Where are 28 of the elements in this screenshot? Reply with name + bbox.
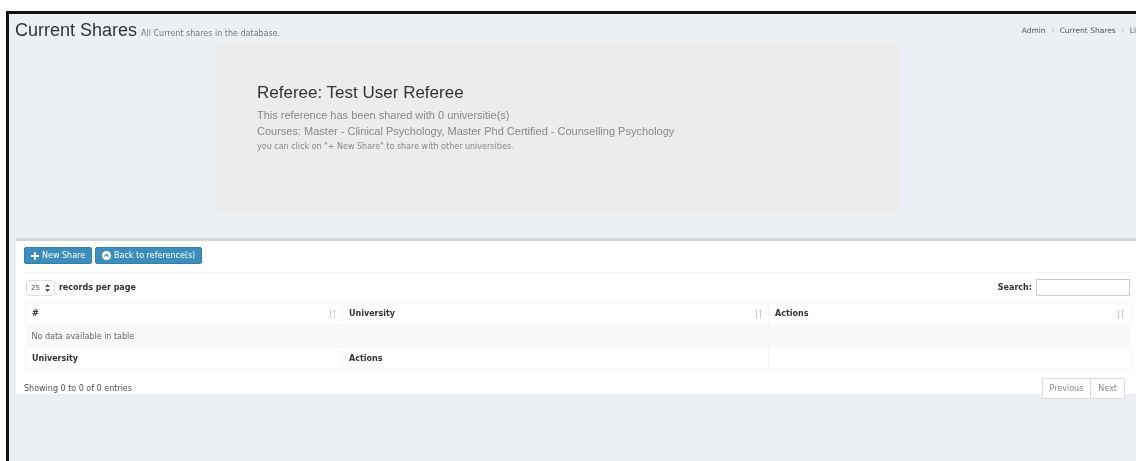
page-title: Current Shares bbox=[15, 19, 138, 41]
info-line: Courses: Master - Clinical Psychology, Master Phd Certified - Counselling Psychology bbox=[257, 124, 676, 139]
toolbar-button[interactable]: New Share bbox=[24, 247, 93, 264]
plus-icon bbox=[31, 251, 39, 260]
chevron-icon bbox=[1050, 27, 1055, 33]
sort-icon bbox=[329, 309, 336, 318]
info-note: you can click on "+ New Share" to share with other universities. bbox=[257, 141, 515, 153]
up-down-icon bbox=[44, 283, 50, 292]
circle-arrow-icon bbox=[102, 251, 112, 260]
referee-title: Referee: Test User Referee bbox=[257, 83, 465, 103]
search-field[interactable] bbox=[1036, 279, 1130, 296]
column-header[interactable]: University bbox=[342, 302, 769, 325]
toolbar-button[interactable]: Back to reference(s) bbox=[95, 247, 203, 264]
sort-icon bbox=[755, 309, 762, 318]
column-header[interactable]: Actions bbox=[768, 302, 1131, 325]
info-line: This reference has been shared with 0 universitie(s) bbox=[257, 108, 511, 123]
page-size-label: records per page bbox=[58, 283, 136, 292]
empty-message: No data available in table bbox=[25, 324, 769, 348]
chevron-icon bbox=[1120, 27, 1125, 33]
column-header[interactable]: # bbox=[25, 302, 343, 325]
page-subtitle: All Current shares in the database. bbox=[141, 28, 281, 38]
entries-info: Showing 0 to 0 of 0 entries bbox=[24, 384, 132, 393]
footer-cell: Actions bbox=[342, 347, 769, 370]
search-label: Search: bbox=[997, 283, 1032, 292]
footer-cell: University bbox=[25, 347, 343, 370]
sort-icon bbox=[1117, 309, 1124, 318]
pagination-button[interactable]: Next bbox=[1091, 378, 1125, 399]
pagination-button[interactable]: Previous bbox=[1041, 378, 1092, 399]
